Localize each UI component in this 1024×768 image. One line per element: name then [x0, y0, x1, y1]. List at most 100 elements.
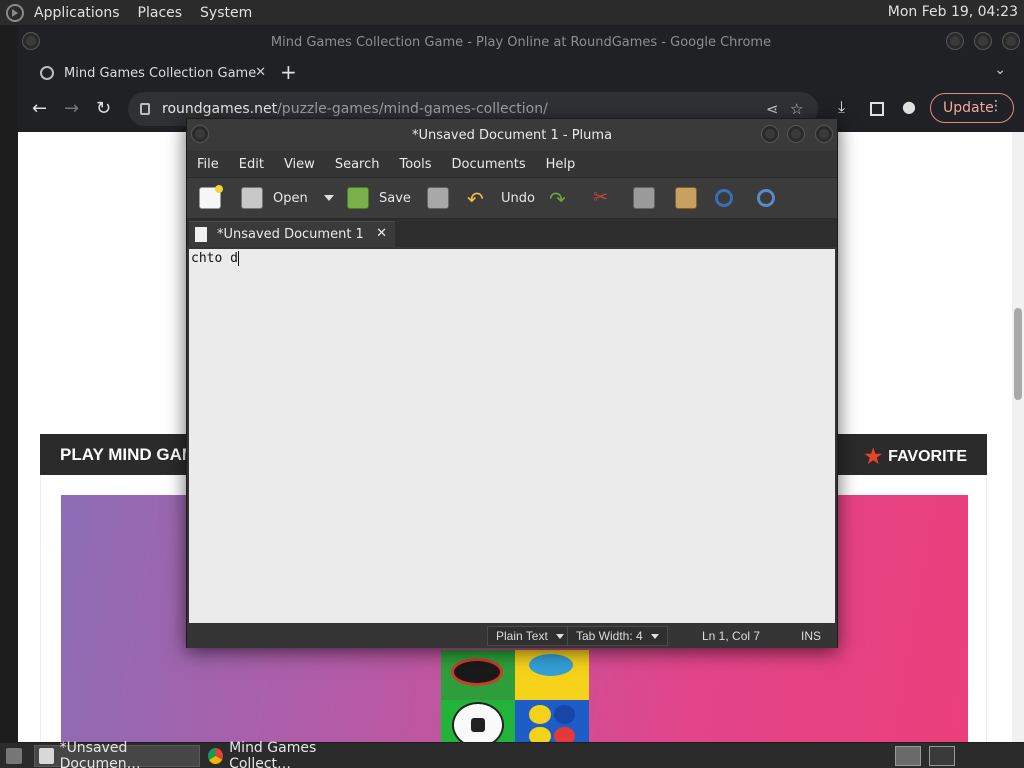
taskbar-item-pluma-label: *Unsaved Documen…	[59, 740, 141, 768]
pluma-titlebar[interactable]: *Unsaved Document 1 - Pluma	[187, 119, 837, 151]
redo-button[interactable]: ↷	[549, 186, 583, 211]
pluma-statusbar: Plain Text Tab Width: 4 Ln 1, Col 7 INS	[187, 624, 837, 648]
chevron-down-icon	[650, 633, 659, 639]
favorite-button[interactable]: ★ FAVORITE	[864, 444, 967, 469]
open-dropdown-icon[interactable]	[323, 195, 334, 201]
workspace-1[interactable]	[895, 746, 921, 766]
panel-clock[interactable]: Mon Feb 19, 04:23	[888, 4, 1018, 20]
menu-documents[interactable]: Documents	[452, 157, 526, 172]
update-button[interactable]: Update ⋮	[930, 93, 1014, 123]
thumb-cell-pool	[515, 650, 589, 700]
paste-button[interactable]	[675, 186, 707, 210]
panel-menu-applications[interactable]: Applications	[34, 5, 120, 21]
pluma-app-icon	[39, 748, 54, 764]
chrome-app-icon	[208, 748, 224, 764]
globe-icon	[40, 66, 54, 80]
chrome-close-icon[interactable]	[1002, 32, 1020, 50]
tab-close-icon[interactable]: ✕	[255, 65, 266, 80]
menu-help[interactable]: Help	[546, 157, 576, 172]
document-tabs: *Unsaved Document 1 ✕	[187, 219, 837, 247]
taskbar-item-chrome-label: Mind Games Collect…	[229, 740, 317, 768]
text-cursor	[237, 251, 239, 266]
document-icon	[195, 227, 207, 242]
chrome-tab[interactable]: Mind Games Collection Game ✕	[30, 58, 266, 88]
chrome-tabbar: Mind Games Collection Game ✕ + ⌄	[18, 58, 1024, 88]
chevron-down-icon	[555, 633, 564, 639]
save-icon	[347, 187, 369, 209]
menu-tools[interactable]: Tools	[399, 157, 431, 172]
text-editor-area[interactable]: chto d	[189, 249, 835, 623]
redo-icon: ↷	[549, 187, 566, 211]
share-icon[interactable]: ⋖	[766, 100, 779, 118]
chrome-minimize-icon[interactable]	[946, 32, 964, 50]
page-scrollbar[interactable]	[1012, 132, 1024, 742]
taskbar-item-pluma[interactable]: *Unsaved Documen…	[34, 740, 200, 768]
yellow-disc	[529, 726, 551, 742]
reload-icon[interactable]: ↻	[96, 98, 111, 119]
pluma-maximize-icon[interactable]	[787, 125, 805, 143]
thumb-cell-soccer	[441, 700, 515, 742]
menu-edit[interactable]: Edit	[239, 157, 264, 172]
distro-logo-icon[interactable]	[6, 3, 24, 22]
game-thumbnail[interactable]	[441, 650, 589, 742]
pluma-close-icon[interactable]	[815, 125, 833, 143]
editor-text-line[interactable]: chto d	[191, 251, 239, 266]
replace-button[interactable]	[757, 186, 785, 210]
tab-search-chevron-icon[interactable]: ⌄	[994, 62, 1006, 78]
language-label: Plain Text	[496, 629, 548, 643]
save-button[interactable]: Save	[347, 186, 411, 210]
more-menu-icon[interactable]: ⋮	[989, 98, 1003, 114]
thumb-cell-golf	[441, 650, 515, 700]
panel-menu-system[interactable]: System	[200, 5, 252, 21]
page-scrollbar-thumb[interactable]	[1014, 308, 1022, 400]
lock-icon[interactable]	[140, 103, 150, 115]
save-label: Save	[379, 190, 411, 206]
blue-disc	[553, 705, 575, 724]
panel-menu-places[interactable]: Places	[138, 5, 183, 21]
menu-search[interactable]: Search	[335, 157, 380, 172]
chrome-maximize-icon[interactable]	[974, 32, 992, 50]
tab-width-selector[interactable]: Tab Width: 4	[567, 626, 668, 646]
cut-button[interactable]: ✂	[593, 186, 625, 210]
scissors-icon: ✂	[593, 187, 609, 208]
soccer-ball-icon	[452, 702, 504, 742]
menu-view[interactable]: View	[284, 157, 315, 172]
document-tab[interactable]: *Unsaved Document 1 ✕	[189, 221, 395, 247]
open-folder-icon	[241, 187, 263, 209]
show-desktop-icon	[6, 748, 22, 764]
new-document-button[interactable]	[199, 185, 231, 210]
pluma-minimize-icon[interactable]	[761, 125, 779, 143]
favorite-label: FAVORITE	[888, 447, 967, 465]
url-domain: roundgames.net	[162, 101, 278, 117]
tab-width-label: Tab Width: 4	[576, 629, 643, 643]
show-desktop-button[interactable]	[2, 745, 24, 767]
forward-arrow-icon[interactable]: →	[64, 98, 79, 119]
pluma-menubar: File Edit View Search Tools Documents He…	[187, 151, 837, 177]
taskbar-item-chrome[interactable]: Mind Games Collect…	[204, 740, 374, 768]
workspace-2[interactable]	[929, 746, 955, 766]
new-tab-icon[interactable]: +	[280, 60, 297, 84]
pluma-toolbar: Open Save ↶ Undo ↷ ✂	[187, 177, 837, 219]
profile-icon[interactable]: ●	[902, 97, 916, 116]
paste-icon	[675, 187, 697, 209]
editor-text: chto d	[191, 251, 238, 266]
language-selector[interactable]: Plain Text	[487, 626, 573, 646]
undo-label: Undo	[501, 190, 535, 206]
side-panel-icon[interactable]	[870, 102, 884, 116]
red-disc	[553, 726, 575, 742]
pluma-window-title: *Unsaved Document 1 - Pluma	[411, 127, 613, 143]
find-button[interactable]	[715, 186, 743, 210]
open-button[interactable]: Open	[241, 186, 334, 210]
print-button[interactable]	[427, 186, 459, 210]
bookmark-star-icon[interactable]: ☆	[790, 100, 803, 118]
undo-button[interactable]: ↶ Undo	[467, 186, 535, 211]
copy-button[interactable]	[633, 186, 665, 210]
chrome-window-menu-icon[interactable]	[22, 32, 40, 50]
back-arrow-icon[interactable]: ←	[32, 98, 47, 119]
document-tab-close-icon[interactable]: ✕	[376, 226, 387, 241]
menu-file[interactable]: File	[197, 157, 219, 172]
pluma-window-menu-icon[interactable]	[191, 125, 209, 143]
chrome-titlebar[interactable]: Mind Games Collection Game - Play Online…	[18, 26, 1024, 58]
document-tab-title: *Unsaved Document 1	[217, 227, 364, 242]
download-icon[interactable]: ⤓	[838, 97, 845, 117]
